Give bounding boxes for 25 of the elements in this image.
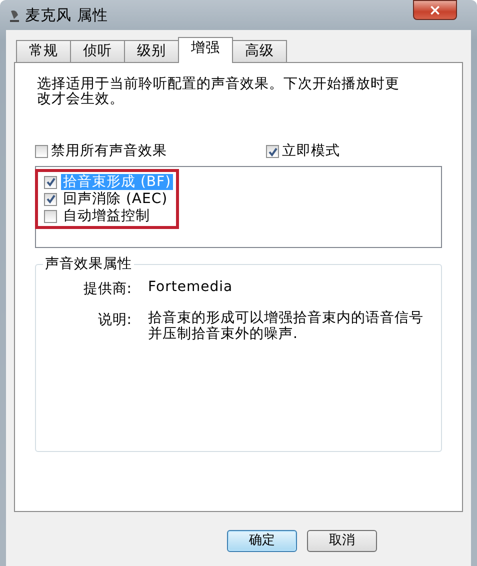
group-title: 声音效果属性 <box>43 256 134 272</box>
field-value: 拾音束的形成可以增强拾音束内的语音信号并压制拾音束外的噪声. <box>148 310 424 342</box>
field-value: Fortemedia <box>148 279 234 297</box>
cancel-button[interactable]: 取消 <box>307 530 377 552</box>
list-item[interactable]: 自动增益控制 <box>61 208 152 224</box>
list-item[interactable]: 回声消除 (AEC) <box>61 191 170 207</box>
field-label: 提供商: <box>82 280 132 299</box>
checkbox[interactable] <box>44 210 57 222</box>
checkbox-label: 立即模式 <box>282 142 340 161</box>
tab[interactable]: 高级 <box>232 40 287 62</box>
tab[interactable]: 常规 <box>16 40 71 62</box>
tab[interactable]: 侦听 <box>70 40 125 62</box>
ok-button[interactable]: 确定 <box>227 530 297 552</box>
field-label: 说明: <box>96 311 132 330</box>
checkbox-label: 禁用所有声音效果 <box>51 142 167 161</box>
microphone-icon <box>10 8 19 22</box>
checkbox[interactable] <box>266 145 279 158</box>
checkbox[interactable] <box>35 145 48 158</box>
close-button[interactable]: × <box>413 0 457 20</box>
tab[interactable]: 增强 <box>178 37 233 63</box>
checkbox[interactable] <box>44 176 57 188</box>
instruction-text: 选择适用于当前聆听配置的声音效果。下次开始播放时更改才会生效。 <box>37 77 400 107</box>
window-title: 麦克风 属性 <box>25 4 108 26</box>
checkbox[interactable] <box>44 192 57 206</box>
tab[interactable]: 级别 <box>124 40 179 62</box>
